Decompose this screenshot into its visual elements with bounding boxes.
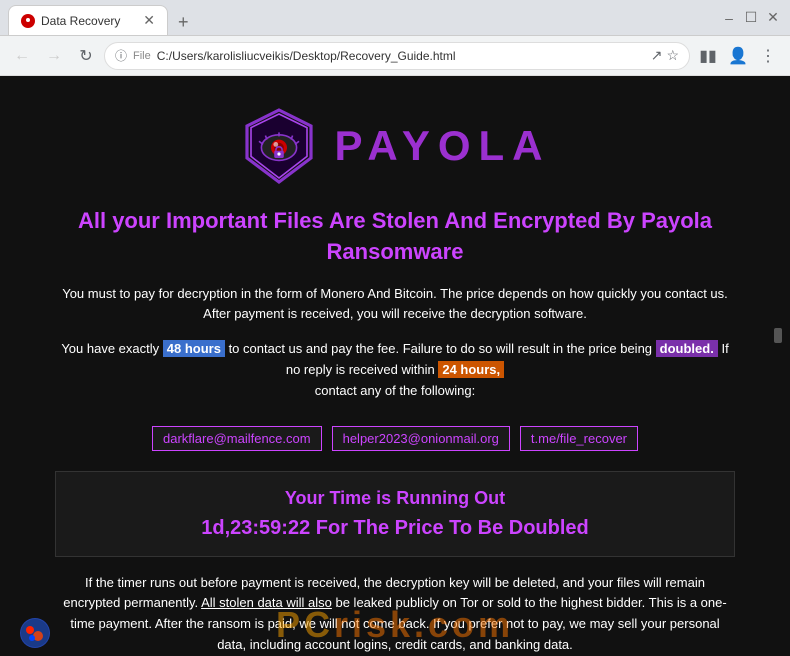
paragraph2-before: You have exactly bbox=[61, 341, 159, 356]
contact-email-2[interactable]: helper2023@onionmail.org bbox=[332, 426, 510, 451]
forward-button[interactable]: → bbox=[40, 42, 68, 70]
paragraph-2: You have exactly 48 hours to contact us … bbox=[55, 339, 735, 401]
contact-links: darkflare@mailfence.com helper2023@onion… bbox=[152, 426, 638, 451]
minimize-button[interactable]: – bbox=[720, 9, 738, 27]
contact-email-1[interactable]: darkflare@mailfence.com bbox=[152, 426, 322, 451]
underline-text: All stolen data will also bbox=[201, 595, 332, 610]
timer-heading: Your Time is Running Out bbox=[76, 488, 714, 509]
highlight-48hours: 48 hours bbox=[163, 340, 225, 357]
title-bar: Data Recovery ✕ + – ☐ ✕ bbox=[0, 0, 790, 36]
logo-area: PAYOLA bbox=[239, 106, 550, 186]
page-content: PAYOLA All your Important Files Are Stol… bbox=[0, 76, 790, 656]
refresh-button[interactable]: ↻ bbox=[72, 42, 100, 70]
pcrisk-icon bbox=[20, 618, 50, 648]
close-button[interactable]: ✕ bbox=[764, 9, 782, 27]
star-icon[interactable]: ☆ bbox=[666, 47, 679, 64]
brand-name: PAYOLA bbox=[334, 122, 550, 170]
url-text: C:/Users/karolisliucveikis/Desktop/Recov… bbox=[157, 49, 645, 63]
highlight-doubled: doubled. bbox=[656, 340, 718, 357]
share-icon[interactable]: ↗ bbox=[651, 47, 663, 64]
scrollbar-thumb[interactable] bbox=[774, 328, 782, 343]
timer-section: Your Time is Running Out 1d,23:59:22 For… bbox=[55, 471, 735, 557]
menu-button[interactable]: ⋮ bbox=[754, 42, 782, 70]
contact-telegram[interactable]: t.me/file_recover bbox=[520, 426, 638, 451]
tab-title: Data Recovery bbox=[41, 14, 120, 28]
url-protocol-label: File bbox=[133, 50, 151, 62]
extensions-button[interactable]: ▮▮ bbox=[694, 42, 722, 70]
tab-favicon bbox=[21, 14, 35, 28]
maximize-button[interactable]: ☐ bbox=[742, 9, 760, 27]
back-button[interactable]: ← bbox=[8, 42, 36, 70]
highlight-24hours: 24 hours, bbox=[438, 361, 504, 378]
paragraph2-middle: to contact us and pay the fee. Failure t… bbox=[229, 341, 652, 356]
nav-bar: ← → ↻ ⓘ File C:/Users/karolisliucveikis/… bbox=[0, 36, 790, 76]
address-icons: ↗ ☆ bbox=[651, 47, 679, 64]
payola-logo-icon bbox=[239, 106, 319, 186]
tab-area: Data Recovery ✕ + bbox=[8, 0, 708, 35]
address-bar[interactable]: ⓘ File C:/Users/karolisliucveikis/Deskto… bbox=[104, 42, 690, 70]
browser-window: Data Recovery ✕ + – ☐ ✕ ← → ↻ ⓘ File C:/… bbox=[0, 0, 790, 656]
paragraph-1: You must to pay for decryption in the fo… bbox=[55, 284, 735, 326]
profile-button[interactable]: 👤 bbox=[724, 42, 752, 70]
active-tab[interactable]: Data Recovery ✕ bbox=[8, 5, 168, 35]
pcrisk-badge bbox=[20, 618, 50, 648]
new-tab-button[interactable]: + bbox=[172, 10, 195, 35]
window-controls: – ☐ ✕ bbox=[720, 9, 782, 27]
paragraph2-end: contact any of the following: bbox=[315, 383, 475, 398]
bottom-text: If the timer runs out before payment is … bbox=[55, 573, 735, 656]
toolbar-icons: ▮▮ 👤 ⋮ bbox=[694, 42, 782, 70]
main-heading: All your Important Files Are Stolen And … bbox=[30, 206, 760, 268]
lock-icon: ⓘ bbox=[115, 47, 127, 64]
tab-close-button[interactable]: ✕ bbox=[143, 12, 155, 29]
timer-countdown: 1d,23:59:22 For The Price To Be Doubled bbox=[76, 517, 714, 540]
